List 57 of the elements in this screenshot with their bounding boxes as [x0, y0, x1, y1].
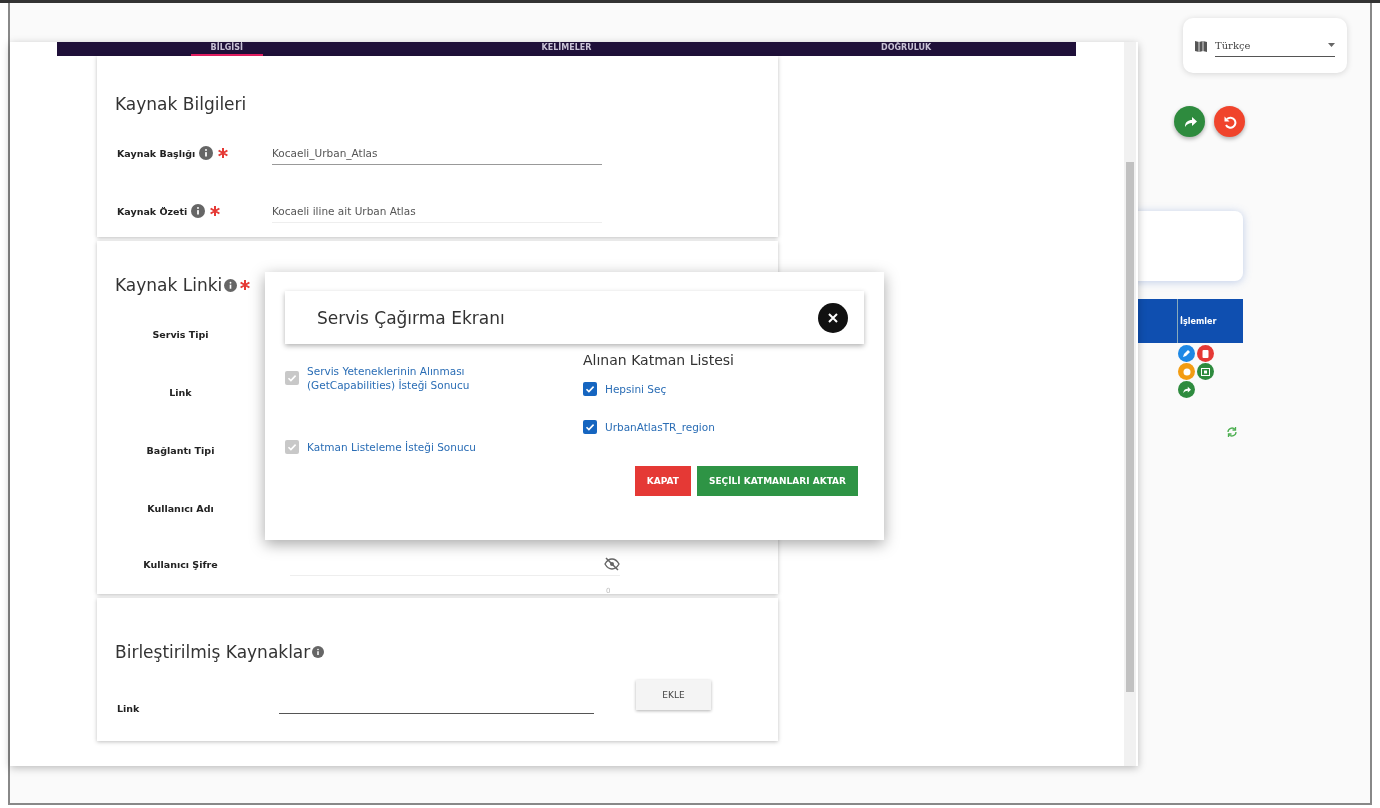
eye-off-icon[interactable]: [604, 556, 620, 571]
card-title: Kaynak Linki: [115, 275, 223, 295]
transfer-button[interactable]: SEÇİLİ KATMANLARI AKTAR: [696, 466, 858, 496]
field-label: Link: [169, 386, 192, 398]
close-icon: [827, 311, 839, 324]
info-icon: [224, 278, 238, 292]
close-button[interactable]: KAPAT: [634, 466, 691, 496]
curved-arrow-icon: [1182, 115, 1197, 128]
field-label: Servis Tipi: [152, 328, 209, 340]
field-label: Kullanıcı Adı: [147, 502, 214, 514]
checkmark-icon: [287, 442, 297, 452]
checkbox-label: Katman Listeleme İsteği Sonucu: [307, 440, 476, 454]
checkbox-label: Servis Yeteneklerinin Alınması (GetCapabilities) İsteği Sonucu: [307, 364, 471, 392]
close-button[interactable]: [818, 302, 848, 333]
screen-icon: [1201, 367, 1210, 376]
checkmark-icon: [287, 373, 297, 383]
preview-button[interactable]: [1197, 363, 1214, 380]
checkbox-label: Hepsini Seç: [605, 382, 667, 396]
checkbox[interactable]: [583, 420, 597, 434]
caret-icon: [1328, 43, 1335, 47]
list-title: Alınan Katman Listesi: [583, 352, 735, 368]
refresh-icon[interactable]: [1226, 426, 1238, 438]
checkbox-label: UrbanAtlasTR_region: [605, 420, 715, 434]
tab[interactable]: DOĞRULUK: [861, 42, 952, 56]
info-icon: [191, 204, 206, 218]
dot-icon: [1182, 367, 1191, 376]
share-button[interactable]: [1178, 381, 1195, 398]
dialog-title: Servis Çağırma Ekranı: [317, 307, 505, 328]
tab[interactable]: KELİMELER: [521, 42, 612, 56]
card-title: Birleştirilmiş Kaynaklar: [115, 642, 311, 662]
add-button[interactable]: EKLE: [636, 680, 711, 710]
delete-button[interactable]: [1197, 345, 1214, 362]
card-title: Kaynak Bilgileri: [115, 94, 247, 114]
checkbox[interactable]: [583, 382, 597, 396]
scrollbar[interactable]: [1124, 42, 1136, 766]
info-icon: [199, 146, 214, 160]
curved-arrow-icon: [1182, 385, 1191, 394]
info-icon: [312, 646, 325, 658]
redo-button[interactable]: [1174, 106, 1205, 137]
map-icon: [1195, 39, 1207, 52]
text-field[interactable]: Kocaeli_Urban_Atlas: [272, 141, 602, 165]
undo-icon: [1222, 114, 1237, 129]
field-label: Bağlantı Tipi: [146, 444, 215, 456]
pencil-icon: [1182, 349, 1191, 358]
text-field[interactable]: Kocaeli iline ait Urban Atlas: [272, 199, 602, 223]
field-label: Kaynak Başlığı: [117, 147, 196, 159]
trash-icon: [1202, 349, 1209, 358]
language-select[interactable]: Türkçe: [1215, 34, 1335, 57]
undo-button[interactable]: [1214, 106, 1245, 137]
field-label: Link: [117, 703, 140, 714]
field-label: Kullanıcı Şifre: [143, 558, 218, 570]
checkmark-icon: [585, 422, 595, 432]
column-header: İşlemler: [1177, 299, 1243, 343]
edit-button[interactable]: [1178, 345, 1195, 362]
info-button[interactable]: [1178, 363, 1195, 380]
field-label: Kaynak Özeti: [117, 205, 188, 217]
checkmark-icon: [585, 384, 595, 394]
